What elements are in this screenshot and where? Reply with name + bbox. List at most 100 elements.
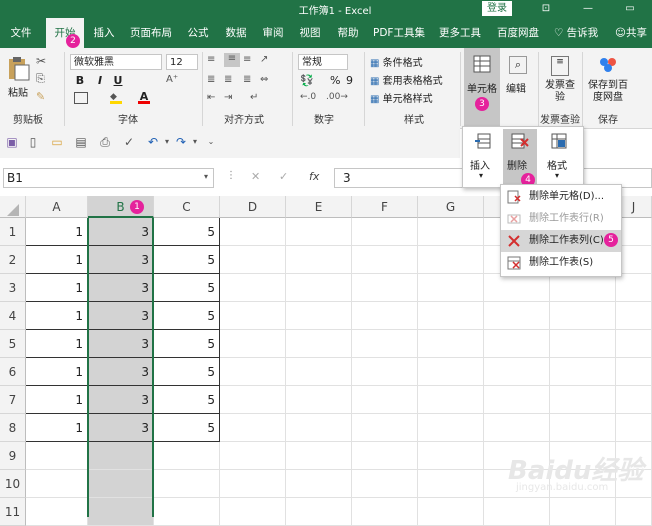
cell[interactable] (484, 358, 550, 386)
cell[interactable] (220, 358, 286, 386)
cell[interactable] (418, 274, 484, 302)
format-as-table-button[interactable]: ▦ 套用表格格式 (370, 72, 462, 87)
indent-increase-icon[interactable]: ⇥ (224, 92, 238, 103)
align-left-icon[interactable]: ≣ (207, 74, 221, 85)
wrap-text-icon[interactable]: ↵ (250, 92, 264, 103)
restore-icon[interactable]: ▭ (620, 1, 640, 16)
cell[interactable] (418, 414, 484, 442)
tab-more-tools[interactable]: 更多工具 (434, 18, 486, 48)
percent-button[interactable]: % (330, 74, 340, 87)
save-as-icon[interactable]: ▤ (74, 135, 88, 149)
cell[interactable]: 1 (26, 246, 88, 274)
print-preview-icon[interactable]: ⎙ (98, 135, 112, 149)
tab-file[interactable]: 文件 (6, 18, 36, 48)
cell[interactable]: 3 (88, 414, 154, 442)
name-box-dropdown-icon[interactable]: ▾ (204, 172, 208, 181)
row-header[interactable]: 10 (0, 470, 26, 498)
share-button[interactable]: ☺共享 (610, 18, 652, 48)
cell[interactable] (550, 330, 616, 358)
cell[interactable] (26, 442, 88, 470)
cell[interactable] (550, 498, 616, 526)
cell[interactable] (352, 274, 418, 302)
cell[interactable] (484, 414, 550, 442)
cell[interactable] (154, 470, 220, 498)
cell[interactable] (286, 218, 352, 246)
align-right-icon[interactable]: ≣ (243, 74, 257, 85)
format-painter-icon[interactable]: ✎ (36, 90, 50, 104)
cell[interactable] (550, 414, 616, 442)
login-button[interactable]: 登录 (482, 1, 512, 16)
tab-pdf-tools[interactable]: PDF工具集 (370, 18, 428, 48)
cell[interactable] (616, 414, 652, 442)
row-header[interactable]: 9 (0, 442, 26, 470)
row-header[interactable]: 1 (0, 218, 26, 246)
cell[interactable] (352, 218, 418, 246)
cell[interactable] (484, 330, 550, 358)
cell[interactable] (220, 498, 286, 526)
cell[interactable]: 3 (88, 386, 154, 414)
open-folder-icon[interactable]: ▭ (50, 135, 64, 149)
cell[interactable]: 3 (88, 302, 154, 330)
col-header-E[interactable]: E (286, 196, 352, 218)
cell[interactable] (352, 386, 418, 414)
cell[interactable] (616, 498, 652, 526)
cell[interactable]: 5 (154, 330, 220, 358)
cut-icon[interactable]: ✂ (36, 54, 50, 68)
cell[interactable] (352, 302, 418, 330)
col-header-C[interactable]: C (154, 196, 220, 218)
insert-cells-button[interactable]: 插入 ▾ (465, 129, 501, 185)
cell[interactable] (418, 218, 484, 246)
delete-sheet-columns-item[interactable]: 删除工作表列(C) (501, 230, 621, 252)
align-middle-icon[interactable]: ≡ (224, 53, 240, 67)
cell[interactable]: 5 (154, 274, 220, 302)
cell[interactable]: 1 (26, 218, 88, 246)
cell[interactable] (352, 246, 418, 274)
cell[interactable] (286, 358, 352, 386)
cell[interactable] (220, 274, 286, 302)
cell[interactable] (484, 386, 550, 414)
row-header[interactable]: 8 (0, 414, 26, 442)
align-bottom-icon[interactable]: ≡ (243, 54, 257, 66)
cell[interactable] (286, 442, 352, 470)
cell[interactable] (220, 330, 286, 358)
cell[interactable] (26, 470, 88, 498)
tell-me-search[interactable]: ♡ 告诉我 (550, 18, 602, 48)
cell[interactable] (286, 330, 352, 358)
cell[interactable]: 5 (154, 218, 220, 246)
enter-icon[interactable]: ✓ (279, 170, 288, 183)
cell[interactable] (286, 498, 352, 526)
cell[interactable]: 3 (88, 218, 154, 246)
cell[interactable] (616, 358, 652, 386)
cell[interactable]: 1 (26, 414, 88, 442)
fill-color-icon[interactable]: ◆ (110, 92, 122, 104)
orientation-icon[interactable]: ↗ (260, 54, 274, 66)
cell[interactable] (220, 386, 286, 414)
cell[interactable] (616, 330, 652, 358)
cell[interactable] (286, 386, 352, 414)
row-header[interactable]: 7 (0, 386, 26, 414)
cell[interactable] (550, 302, 616, 330)
edit-button[interactable]: ⌕ 编辑 (504, 54, 532, 110)
cell[interactable]: 1 (26, 302, 88, 330)
cell[interactable] (220, 246, 286, 274)
merge-icon[interactable]: ⇔ (260, 74, 274, 85)
border-icon[interactable] (74, 92, 88, 104)
cell[interactable] (88, 470, 154, 498)
tab-formulas[interactable]: 公式 (182, 18, 214, 48)
cell[interactable] (418, 246, 484, 274)
cell[interactable] (418, 470, 484, 498)
cell[interactable] (352, 414, 418, 442)
cell[interactable] (88, 498, 154, 526)
cell[interactable]: 5 (154, 246, 220, 274)
tab-help[interactable]: 帮助 (332, 18, 364, 48)
spelling-icon[interactable]: ✓ (122, 135, 136, 149)
col-header-G[interactable]: G (418, 196, 484, 218)
paste-button[interactable] (6, 56, 30, 82)
new-file-icon[interactable]: ▯ (26, 135, 40, 149)
font-name-select[interactable]: 微软雅黑 (70, 54, 162, 70)
tab-view[interactable]: 视图 (294, 18, 326, 48)
minimize-icon[interactable]: — (578, 1, 598, 16)
cancel-icon[interactable]: ✕ (251, 170, 260, 183)
italic-button[interactable]: I (94, 74, 106, 87)
save-to-baidu-button[interactable]: 保存到百度网盘 (586, 54, 630, 110)
